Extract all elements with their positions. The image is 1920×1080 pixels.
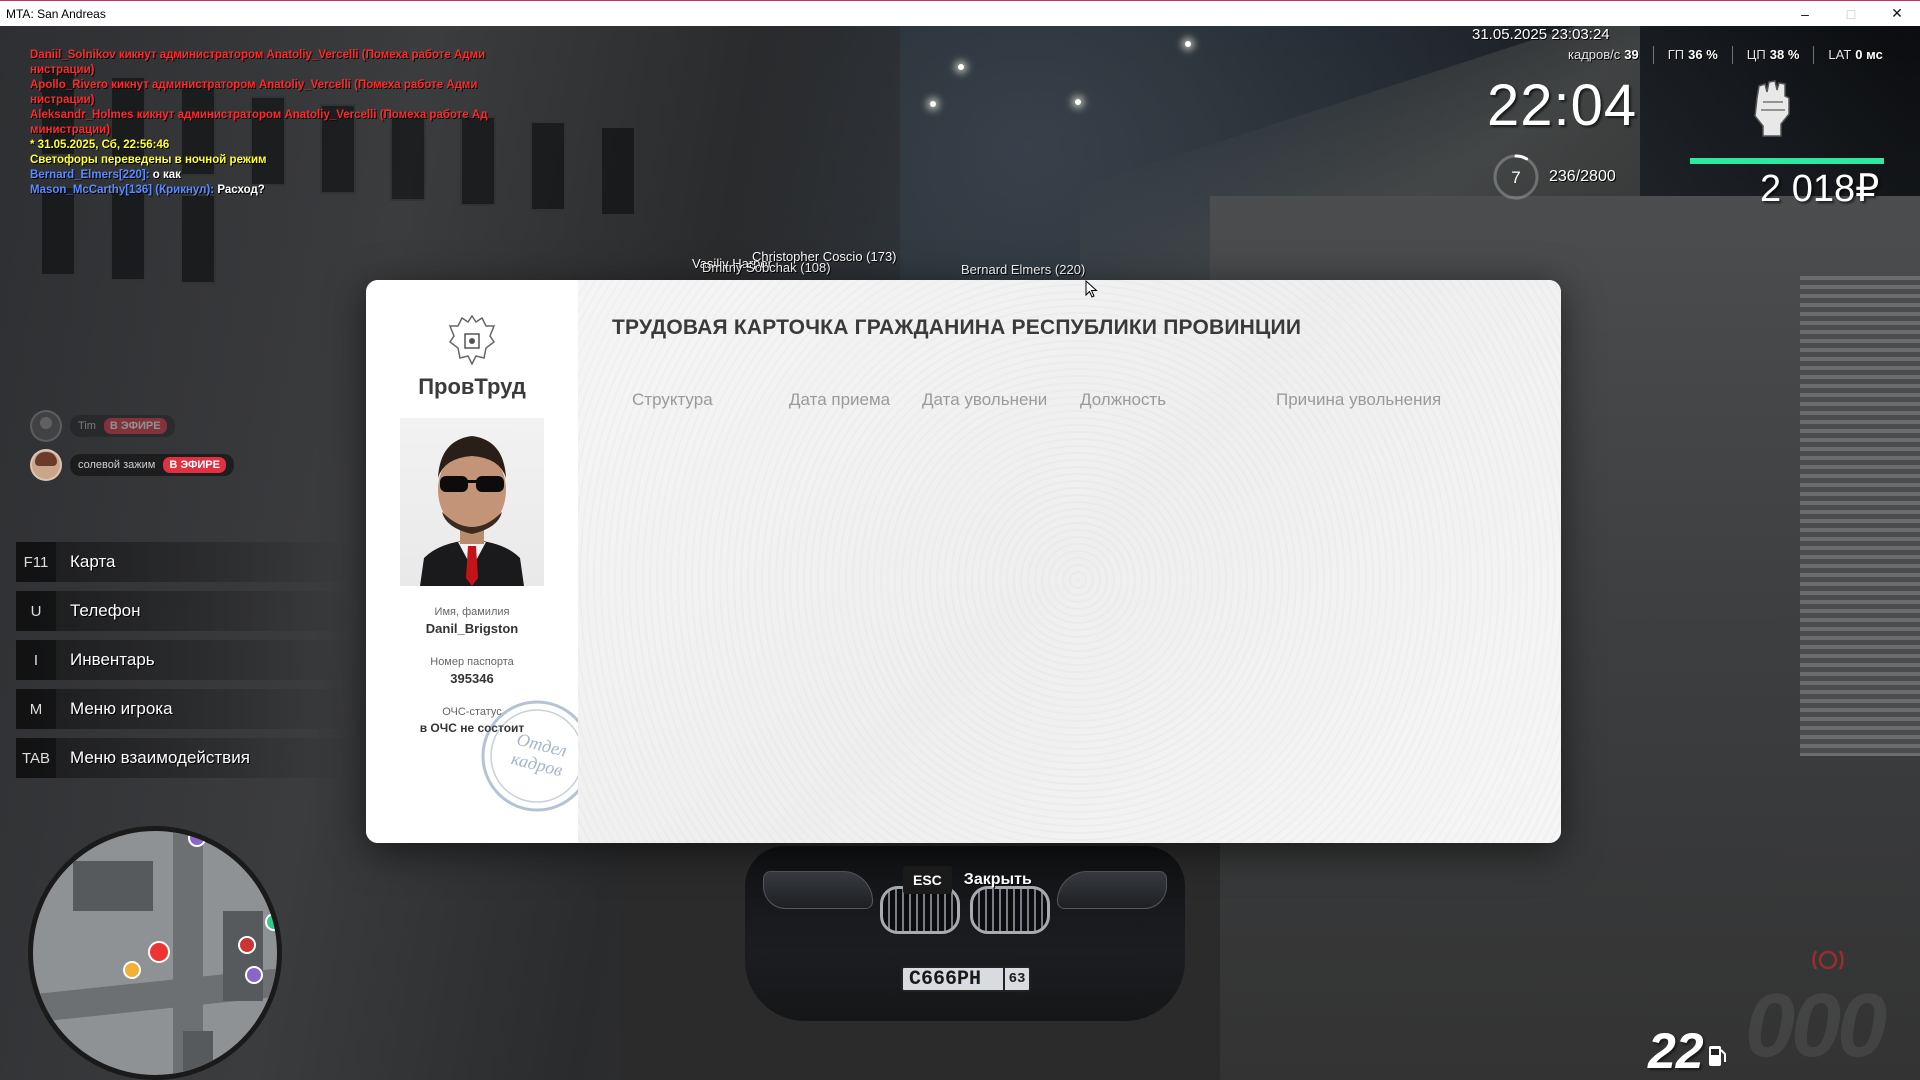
chat-line: Светофоры переведены в ночной режим xyxy=(30,154,267,166)
live-badge: В ЭФИРЕ xyxy=(163,457,226,473)
hotkey-label: Меню взаимодействия xyxy=(70,748,250,767)
hotkey-map[interactable]: F11 Карта xyxy=(16,542,356,582)
fuel-level: 22 xyxy=(1648,1023,1704,1079)
license-plate: С666РН 63 xyxy=(901,966,1031,992)
garage-marker-icon xyxy=(188,831,206,847)
hotkey-interaction-menu[interactable]: TAB Меню взаимодействия xyxy=(16,738,356,778)
player-nametag: Bernard Elmers (220) xyxy=(961,262,1086,277)
passport-label: Номер паспорта xyxy=(430,656,514,668)
player-marker-icon xyxy=(148,941,170,963)
name-value: Danil_Brigston xyxy=(425,621,519,636)
shop-marker-icon xyxy=(245,966,263,984)
mouse-cursor-icon xyxy=(1085,280,1098,298)
hotkey-list: F11 Карта U Телефон I Инвентарь M Меню игрок… xyxy=(16,542,356,787)
speedometer: 000 xyxy=(1745,976,1887,1076)
chat-line: Daniil_Solnikov кикнут администратором A… xyxy=(30,49,486,76)
game-clock: 22:04 xyxy=(1487,73,1638,138)
plate-region: 63 xyxy=(1003,968,1029,990)
cpu-stat: ЦП 38 % xyxy=(1746,47,1800,62)
level-number: 7 xyxy=(1511,168,1520,187)
window-titlebar: MTA: San Andreas – □ ✕ xyxy=(0,0,1920,26)
employment-card-dialog: ПровТруд Имя, фамилия Danil_Brigston Ном… xyxy=(366,280,1561,843)
voice-speaker: Tim В ЭФИРЕ xyxy=(30,410,175,442)
coat-of-arms-icon xyxy=(448,314,496,366)
hotkey-key: I xyxy=(16,640,56,680)
close-hint[interactable]: ESC Закрыть xyxy=(903,866,1032,894)
hotkey-label: Карта xyxy=(70,552,116,571)
speaker-name: Tim xyxy=(78,420,96,432)
hotkey-label: Инвентарь xyxy=(70,650,155,669)
passport-value: 395346 xyxy=(450,671,494,686)
fps-stat: кадров/с 39 xyxy=(1568,47,1639,62)
minimap xyxy=(28,826,282,1080)
close-label[interactable]: Закрыть xyxy=(964,871,1032,889)
hotkey-label: Телефон xyxy=(70,601,141,620)
chat-line: Aleksandr_Holmes кикнут администратором … xyxy=(30,109,488,136)
gpu-stat: ГП 36 % xyxy=(1667,47,1718,62)
citizen-photo xyxy=(400,418,544,586)
chat-line: Mason_McCarthy[136] (Крикнул): Расход? xyxy=(30,184,265,196)
level-ring-icon: 7 xyxy=(1493,154,1539,200)
avatar xyxy=(30,449,62,481)
window-title: MTA: San Andreas xyxy=(6,6,106,21)
hotkey-key: F11 xyxy=(16,542,56,582)
hotkey-label: Меню игрока xyxy=(70,699,173,718)
voice-speaker: солевой зажим В ЭФИРЕ xyxy=(30,449,234,481)
card-title: ТРУДОВАЯ КАРТОЧКА ГРАЖДАНИНА РЕСПУБЛИКИ … xyxy=(612,316,1302,339)
brake-warning-icon xyxy=(1812,950,1844,970)
close-window-button[interactable]: ✕ xyxy=(1874,1,1920,26)
hotkey-key: M xyxy=(16,689,56,729)
card-content: ТРУДОВАЯ КАРТОЧКА ГРАЖДАНИНА РЕСПУБЛИКИ … xyxy=(578,280,1561,843)
minimize-button[interactable]: – xyxy=(1782,1,1828,26)
hotkey-player-menu[interactable]: M Меню игрока xyxy=(16,689,356,729)
chat-line: Apollo_Rivero кикнут администратором Ana… xyxy=(30,79,478,106)
maximize-button[interactable]: □ xyxy=(1828,1,1874,26)
player-nametag: Dmitriy Sobchak (108) xyxy=(702,260,831,275)
hud-datetime: 31.05.2025 23:03:24 xyxy=(1472,26,1610,43)
hud-perf-stats: кадров/с 39 ГП 36 % ЦП 38 % LAT 0 мс xyxy=(1568,46,1883,64)
health-bar xyxy=(1690,158,1884,164)
chat-line: Bernard_Elmers[220]: о как xyxy=(30,169,181,181)
xp-counter: 236/2800 xyxy=(1549,168,1616,185)
avatar xyxy=(30,410,62,442)
brand-name: ПровТруд xyxy=(418,374,526,399)
hotkey-inventory[interactable]: I Инвентарь xyxy=(16,640,356,680)
food-marker-icon xyxy=(123,961,141,979)
latency-stat: LAT 0 мс xyxy=(1828,47,1883,62)
column-header-structure: Структура xyxy=(632,390,713,409)
chat-log: Daniil_Solnikov кикнут администратором A… xyxy=(30,48,510,198)
fist-weapon-icon xyxy=(1754,80,1790,137)
name-label: Имя, фамилия xyxy=(434,606,510,618)
hotkey-key: TAB xyxy=(16,738,56,778)
chat-line: * 31.05.2025, Сб, 22:56:46 xyxy=(30,139,170,151)
live-badge: В ЭФИРЕ xyxy=(103,418,167,434)
fuel-pump-icon xyxy=(1709,1046,1726,1066)
column-header-position: Должность xyxy=(1080,390,1167,409)
column-header-hire-date: Дата приема xyxy=(789,390,891,409)
esc-key[interactable]: ESC xyxy=(903,866,952,894)
column-header-dismissal-date: Дата увольнени xyxy=(922,390,1048,409)
hotkey-key: U xyxy=(16,591,56,631)
column-header-dismissal-reason: Причина увольнения xyxy=(1276,390,1442,409)
hotkey-phone[interactable]: U Телефон xyxy=(16,591,356,631)
waypoint-marker-icon xyxy=(238,936,256,954)
money-display: 2 018₽ xyxy=(1760,168,1880,210)
speaker-name: солевой зажим xyxy=(78,459,156,471)
